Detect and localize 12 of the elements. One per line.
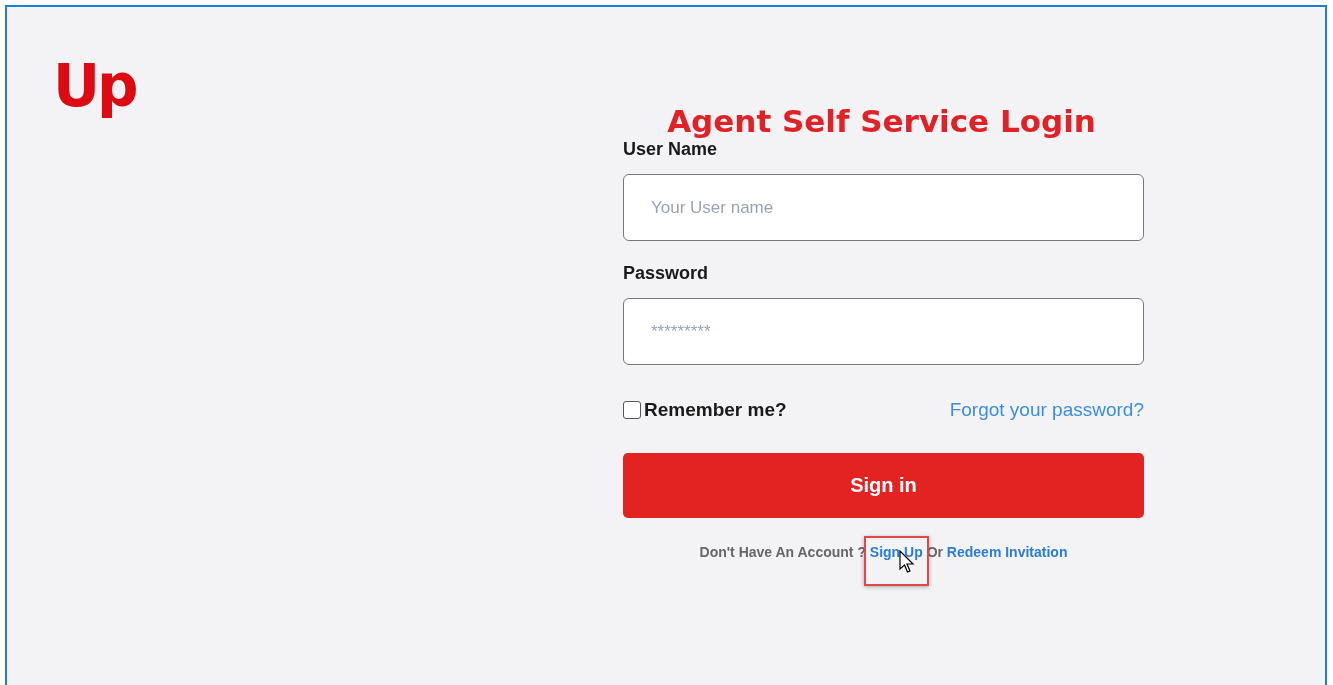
field-label: Password — [623, 263, 710, 284]
remember-checkbox[interactable] — [623, 401, 641, 419]
page-title: Agent Self Service Login — [667, 103, 1096, 139]
field-label: User Name — [623, 139, 719, 160]
username-field[interactable]: Your User name — [623, 174, 1144, 241]
sign-up-link[interactable]: Sign Up — [869, 544, 923, 560]
highlight-frame — [863, 536, 929, 586]
forgot-password-link[interactable]: Forgot your password? — [949, 399, 1144, 421]
password-field[interactable]: ********* — [623, 298, 1144, 365]
redeem-invitation-link[interactable]: Redeem Invitation — [946, 544, 1068, 560]
sign-in-button[interactable]: Sign in — [623, 453, 1144, 518]
remember-label: Remember me? — [644, 399, 787, 421]
